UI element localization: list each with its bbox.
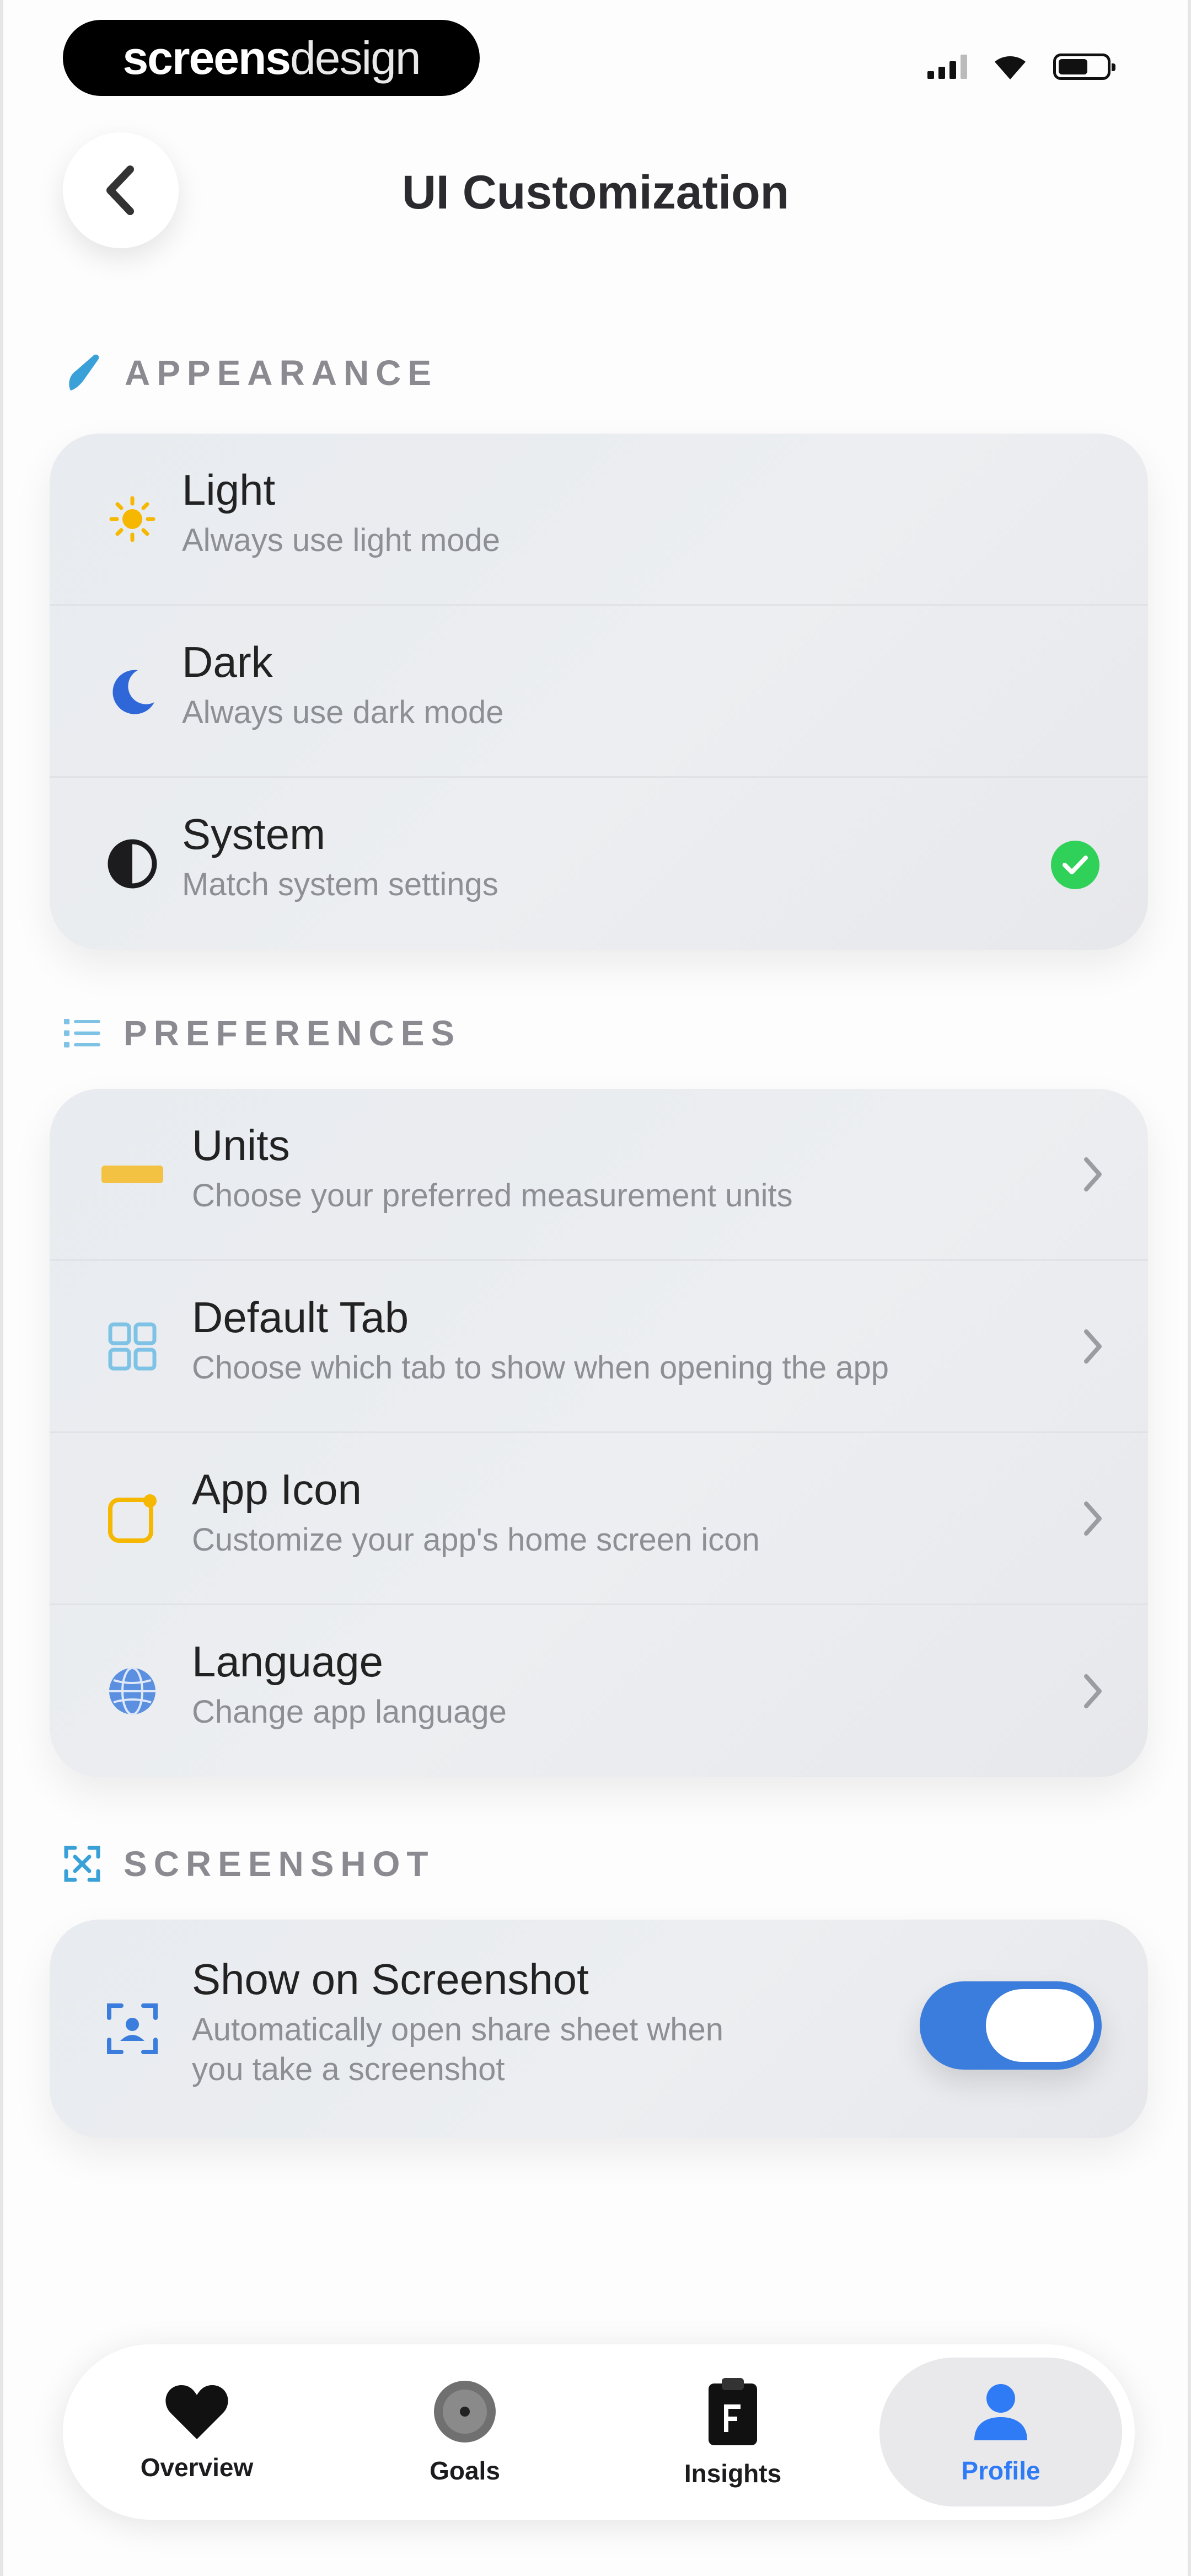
appearance-option-dark[interactable]: Dark Always use dark mode (50, 606, 1148, 778)
target-icon (434, 2381, 496, 2443)
ruler-icon (94, 1089, 171, 1259)
tab-label: Goals (430, 2456, 500, 2485)
appearance-option-light[interactable]: Light Always use light mode (50, 434, 1148, 606)
chevron-right-icon (1082, 1605, 1104, 1777)
appearance-section-header: APPEARANCE (63, 351, 438, 395)
brand-bold: screens (122, 31, 291, 84)
preference-title: Units (192, 1121, 290, 1169)
grid-icon (94, 1261, 171, 1431)
moon-icon (94, 606, 171, 776)
screenshot-setting-subtitle-line1: Automatically open share sheet when (192, 2011, 724, 2048)
tab-goals[interactable]: Goals (344, 2358, 586, 2506)
phone-frame: screens design UI Customization APPEARANC… (0, 0, 1191, 2576)
screensdesign-badge: screens design (63, 20, 480, 96)
tab-insights[interactable]: Insights (611, 2358, 854, 2506)
preference-units[interactable]: Units Choose your preferred measurement … (50, 1089, 1148, 1261)
screenshot-icon (64, 1846, 100, 1882)
appearance-option-subtitle: Always use light mode (182, 522, 501, 558)
tab-overview[interactable]: Overview (76, 2358, 318, 2506)
preference-title: App Icon (192, 1465, 362, 1514)
heart-icon (165, 2385, 228, 2439)
preference-subtitle: Choose which tab to show when opening th… (192, 1349, 889, 1386)
appearance-option-title: Light (182, 466, 276, 514)
app-icon-icon (94, 1433, 171, 1604)
preference-language[interactable]: Language Change app language (50, 1605, 1148, 1777)
screenshot-icon (94, 1920, 171, 2138)
preference-default-tab[interactable]: Default Tab Choose which tab to show whe… (50, 1261, 1148, 1433)
toggle-knob (986, 1989, 1094, 2062)
selected-checkmark-icon (1051, 841, 1099, 889)
screenshot-setting-subtitle-line2: you take a screenshot (192, 2051, 505, 2088)
tab-label: Insights (684, 2459, 782, 2488)
sun-icon (94, 434, 171, 604)
screenshot-card: Show on Screenshot Automatically open sh… (50, 1920, 1148, 2138)
globe-icon (94, 1605, 171, 1777)
appearance-section-label: APPEARANCE (125, 353, 438, 393)
preference-app-icon[interactable]: App Icon Customize your app's home scree… (50, 1433, 1148, 1605)
appearance-card: Light Always use light mode Dark Always … (50, 434, 1148, 950)
person-icon (974, 2384, 1027, 2440)
wifi-icon (995, 56, 1026, 79)
preference-title: Default Tab (192, 1293, 409, 1342)
preference-subtitle: Choose your preferred measurement units (192, 1177, 793, 1214)
chevron-right-icon (1082, 1433, 1104, 1604)
tab-profile[interactable]: Profile (879, 2358, 1122, 2506)
show-on-screenshot-toggle[interactable] (920, 1981, 1102, 2070)
preferences-section-label: PREFERENCES (124, 1013, 462, 1053)
screenshot-setting-title: Show on Screenshot (192, 1955, 589, 2003)
appearance-option-subtitle: Always use dark mode (182, 694, 504, 730)
list-icon (64, 1019, 100, 1047)
half-circle-icon (94, 778, 171, 950)
cellular-signal-icon (927, 55, 967, 79)
page-title: UI Customization (401, 166, 790, 219)
preference-subtitle: Change app language (192, 1693, 507, 1730)
preference-subtitle: Customize your app's home screen icon (192, 1521, 760, 1558)
appearance-option-system[interactable]: System Match system settings (50, 778, 1148, 950)
preference-title: Language (192, 1637, 384, 1686)
tab-label: Overview (140, 2453, 254, 2482)
preferences-card: Units Choose your preferred measurement … (50, 1089, 1148, 1777)
appearance-option-title: Dark (182, 638, 273, 686)
appearance-option-subtitle: Match system settings (182, 866, 498, 902)
tab-label: Profile (961, 2456, 1040, 2485)
screenshot-section-header: SCREENSHOT (63, 1843, 435, 1884)
chevron-right-icon (1082, 1089, 1104, 1259)
screenshot-section-label: SCREENSHOT (124, 1844, 435, 1884)
brush-icon (69, 354, 99, 391)
preferences-section-header: PREFERENCES (63, 1013, 461, 1054)
battery-icon (1053, 54, 1115, 80)
screenshot-setting-row: Show on Screenshot Automatically open sh… (50, 1920, 1148, 2138)
brand-light: design (290, 31, 421, 84)
clipboard-icon (709, 2378, 757, 2445)
appearance-option-title: System (182, 810, 326, 858)
chevron-right-icon (1082, 1261, 1104, 1431)
status-icons (927, 53, 1115, 81)
tab-bar: Overview Goals Insights Profile (63, 2344, 1135, 2520)
